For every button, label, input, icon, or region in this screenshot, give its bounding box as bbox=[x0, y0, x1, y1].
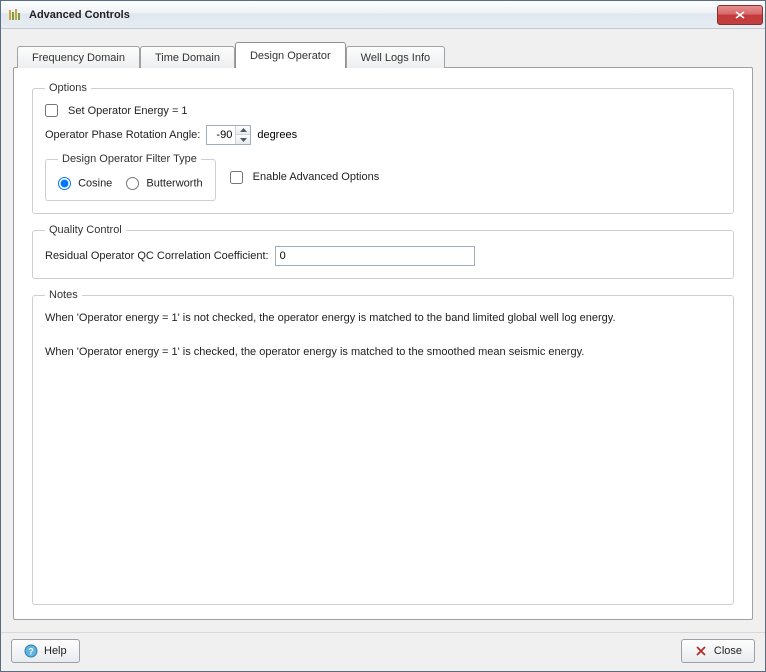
tab-time-domain[interactable]: Time Domain bbox=[140, 46, 235, 68]
phase-rotation-spinner[interactable] bbox=[206, 125, 251, 145]
options-legend: Options bbox=[45, 82, 91, 94]
help-button[interactable]: ? Help bbox=[11, 639, 80, 663]
tab-design-operator[interactable]: Design Operator bbox=[235, 42, 346, 68]
notes-paragraph-1: When 'Operator energy = 1' is not checke… bbox=[45, 311, 721, 327]
cosine-radio-label: Cosine bbox=[78, 177, 112, 189]
enable-advanced-checkbox[interactable] bbox=[230, 171, 243, 184]
quality-control-legend: Quality Control bbox=[45, 224, 126, 236]
help-button-label: Help bbox=[44, 645, 67, 657]
spinner-down-button[interactable] bbox=[236, 135, 250, 144]
qc-coefficient-input[interactable] bbox=[275, 246, 475, 266]
svg-text:?: ? bbox=[28, 647, 34, 657]
content-area: Frequency Domain Time Domain Design Oper… bbox=[1, 29, 765, 632]
footer-bar: ? Help Close bbox=[1, 632, 765, 671]
quality-control-group: Quality Control Residual Operator QC Cor… bbox=[32, 224, 734, 279]
butterworth-radio-label: Butterworth bbox=[146, 177, 202, 189]
notes-body: When 'Operator energy = 1' is not checke… bbox=[45, 311, 721, 361]
spinner-up-button[interactable] bbox=[236, 126, 250, 135]
close-icon bbox=[694, 644, 708, 658]
close-button-label: Close bbox=[714, 645, 742, 657]
cosine-radio-wrapper[interactable]: Cosine bbox=[58, 177, 112, 190]
butterworth-radio-wrapper[interactable]: Butterworth bbox=[126, 177, 202, 190]
options-group: Options Set Operator Energy = 1 Operator… bbox=[32, 82, 734, 214]
close-button[interactable]: Close bbox=[681, 639, 755, 663]
set-operator-energy-label: Set Operator Energy = 1 bbox=[68, 105, 188, 117]
tab-well-logs-info[interactable]: Well Logs Info bbox=[346, 46, 446, 68]
set-operator-energy-checkbox[interactable] bbox=[45, 104, 58, 117]
tab-frequency-domain[interactable]: Frequency Domain bbox=[17, 46, 140, 68]
filter-type-group: Design Operator Filter Type Cosine Butte… bbox=[45, 153, 216, 201]
phase-rotation-label: Operator Phase Rotation Angle: bbox=[45, 129, 200, 141]
notes-legend: Notes bbox=[45, 289, 82, 301]
phase-rotation-units: degrees bbox=[257, 129, 297, 141]
phase-rotation-input[interactable] bbox=[207, 126, 235, 144]
app-icon bbox=[7, 7, 23, 23]
window-title: Advanced Controls bbox=[29, 9, 717, 21]
help-icon: ? bbox=[24, 644, 38, 658]
window: Advanced Controls Frequency Domain Time … bbox=[0, 0, 766, 672]
butterworth-radio[interactable] bbox=[126, 177, 139, 190]
notes-group: Notes When 'Operator energy = 1' is not … bbox=[32, 289, 734, 605]
qc-coefficient-label: Residual Operator QC Correlation Coeffic… bbox=[45, 250, 269, 262]
notes-paragraph-2: When 'Operator energy = 1' is checked, t… bbox=[45, 345, 721, 361]
enable-advanced-label: Enable Advanced Options bbox=[253, 171, 380, 183]
filter-type-legend: Design Operator Filter Type bbox=[58, 153, 201, 165]
cosine-radio[interactable] bbox=[58, 177, 71, 190]
window-close-button[interactable] bbox=[717, 5, 763, 25]
tab-panel-design-operator: Options Set Operator Energy = 1 Operator… bbox=[13, 67, 753, 620]
titlebar: Advanced Controls bbox=[1, 1, 765, 29]
tab-bar: Frequency Domain Time Domain Design Oper… bbox=[13, 41, 753, 67]
